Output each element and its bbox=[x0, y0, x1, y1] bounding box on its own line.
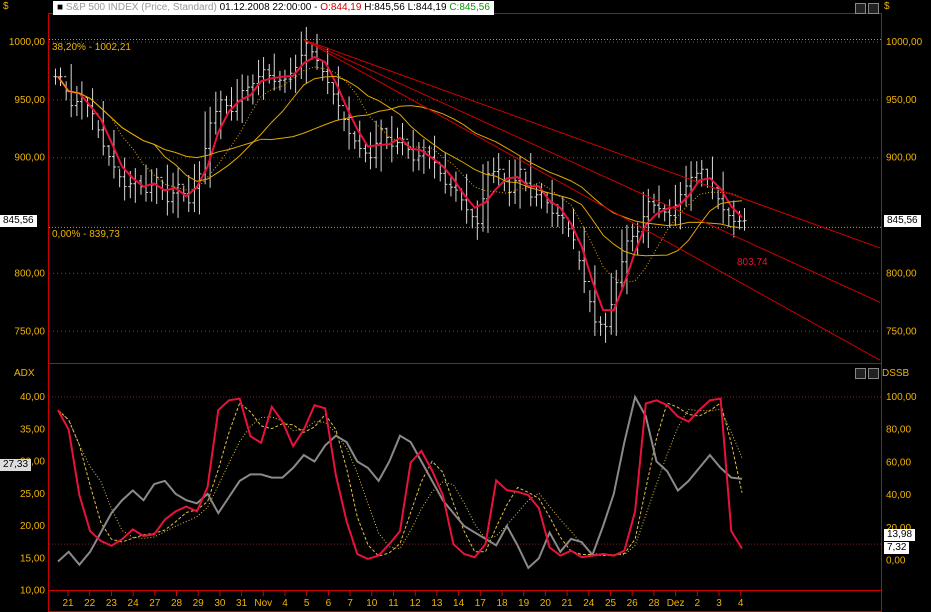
date-tick-label: 31 bbox=[236, 598, 248, 609]
date-tick-label: 23 bbox=[106, 598, 118, 609]
date-tick-label: Dez bbox=[667, 598, 685, 609]
price-tick-label-right: 750,00 bbox=[886, 326, 917, 337]
date-tick-label: 12 bbox=[410, 598, 422, 609]
date-axis: 21 22 23 24 27 28 29 30 31 Nov 4 5 6 7 10 11 12 13 14 17 18 1… bbox=[62, 591, 744, 609]
price-lines bbox=[57, 39, 881, 361]
last-price-tag-left: 845,56 bbox=[0, 215, 37, 227]
dss-title: DSSB bbox=[882, 368, 910, 379]
date-tick-label: 6 bbox=[326, 598, 332, 609]
dss-value-tag-2: 7,32 bbox=[884, 542, 910, 554]
price-tick-label-left: 750,00 bbox=[14, 326, 45, 337]
price-grid bbox=[49, 38, 881, 332]
trendline-value-label: 803,74 bbox=[737, 257, 768, 268]
dss-tick-label: 100,00 bbox=[886, 392, 917, 403]
date-tick-label: 5 bbox=[304, 598, 310, 609]
indicator-panel-frame bbox=[48, 363, 882, 591]
adx-tick-label: 25,00 bbox=[20, 489, 45, 500]
price-ma-dotted bbox=[57, 66, 743, 283]
fib-top-label: 38,20% - 1002,21 bbox=[52, 42, 131, 53]
adx-axis-left: 40,0035,0030,0025,0020,0015,0010,00 bbox=[20, 392, 45, 597]
price-ma-short bbox=[57, 55, 743, 312]
indicator-grid bbox=[49, 396, 881, 545]
date-tick-label: 7 bbox=[347, 598, 353, 609]
adx-tick-label: 15,00 bbox=[20, 553, 45, 564]
dss-value-tag-1: 13,98 bbox=[884, 529, 916, 541]
instrument-symbol: S&P 500 INDEX (Price, Standard) bbox=[65, 2, 217, 13]
price-axis-left: 1000,00 950,00 900,00 800,00 750,00 bbox=[9, 37, 46, 337]
dss-signal-line bbox=[57, 402, 743, 557]
price-tick-label-right: 900,00 bbox=[886, 153, 917, 164]
date-tick-label: 20 bbox=[540, 598, 552, 609]
price-tick-label-right: 800,00 bbox=[886, 268, 917, 279]
date-tick-label: 21 bbox=[62, 598, 74, 609]
header-datetime: 01.12.2008 22:00:00 bbox=[219, 2, 312, 13]
chart-canvas: 1000,00950,00900,00800,00750,00 1000,009… bbox=[9, 13, 923, 612]
price-ma-medium bbox=[57, 75, 743, 257]
dss-tick-label: 60,00 bbox=[886, 457, 911, 468]
adx-tick-label: 40,00 bbox=[20, 392, 45, 403]
price-panel-restore-icon[interactable] bbox=[855, 3, 866, 14]
header-open: O:844,19 bbox=[320, 2, 362, 13]
date-tick-label: 28 bbox=[171, 598, 183, 609]
date-tick-label: 24 bbox=[583, 598, 595, 609]
instrument-header: ■ S&P 500 INDEX (Price, Standard) 01.12.… bbox=[53, 1, 494, 15]
trendline-lower bbox=[303, 39, 881, 361]
date-tick-label: 22 bbox=[84, 598, 96, 609]
dss-tick-label: 40,00 bbox=[886, 490, 911, 501]
price-panel-close-icon[interactable] bbox=[868, 3, 879, 14]
header-close: C:845,56 bbox=[449, 2, 490, 13]
date-tick-label: 10 bbox=[366, 598, 378, 609]
date-tick-label: 30 bbox=[214, 598, 226, 609]
dss-line bbox=[57, 397, 743, 560]
date-tick-label: 17 bbox=[475, 598, 487, 609]
date-tick-label: 3 bbox=[716, 598, 722, 609]
date-tick-label: 29 bbox=[193, 598, 205, 609]
date-tick-label: 24 bbox=[128, 598, 140, 609]
price-tick-label-right: 1000,00 bbox=[886, 37, 923, 48]
currency-left-label: $ bbox=[3, 1, 9, 12]
indicator-panel-restore-icon[interactable] bbox=[855, 368, 866, 379]
adx-tick-label: 35,00 bbox=[20, 424, 45, 435]
currency-right-label: $ bbox=[884, 1, 890, 12]
fib-bottom-label: 0,00% - 839,73 bbox=[52, 229, 120, 240]
date-tick-label: 18 bbox=[496, 598, 508, 609]
dss-tick-label: 0,00 bbox=[886, 556, 906, 567]
header-high: H:845,56 bbox=[364, 2, 405, 13]
price-tick-label-right: 950,00 bbox=[886, 95, 917, 106]
indicator-panel-close-icon[interactable] bbox=[868, 368, 879, 379]
price-axis-right: 1000,00 950,00 900,00 800,00 750,00 bbox=[886, 37, 923, 337]
date-tick-label: 4 bbox=[282, 598, 288, 609]
date-tick-label: 26 bbox=[627, 598, 639, 609]
trendline-middle bbox=[303, 39, 881, 303]
date-tick-label: 14 bbox=[453, 598, 465, 609]
date-tick-label: 4 bbox=[738, 598, 744, 609]
adx-tick-label: 20,00 bbox=[20, 521, 45, 532]
price-tick-label-left: 1000,00 bbox=[9, 37, 46, 48]
adx-value-tag: 27,33 bbox=[0, 459, 32, 471]
date-tick-label: 28 bbox=[648, 598, 660, 609]
adx-title: ADX bbox=[14, 368, 35, 379]
date-tick-label: 13 bbox=[431, 598, 443, 609]
adx-tick-label: 10,00 bbox=[20, 586, 45, 597]
date-tick-label: 19 bbox=[518, 598, 530, 609]
last-price-tag-right: 845,56 bbox=[884, 215, 921, 227]
price-tick-label-left: 800,00 bbox=[14, 268, 45, 279]
dss-tick-label: 80,00 bbox=[886, 425, 911, 436]
price-tick-label-left: 900,00 bbox=[14, 153, 45, 164]
price-tick-label-left: 950,00 bbox=[14, 95, 45, 106]
indicator-lines bbox=[57, 394, 743, 570]
date-tick-label: 21 bbox=[562, 598, 574, 609]
date-tick-label: 25 bbox=[605, 598, 617, 609]
date-tick-label: Nov bbox=[254, 598, 272, 609]
date-tick-label: 11 bbox=[388, 598, 399, 609]
header-low: L:844,19 bbox=[407, 2, 447, 13]
header-square-icon: ■ bbox=[57, 2, 64, 13]
date-tick-label: 2 bbox=[695, 598, 701, 609]
date-tick-label: 27 bbox=[149, 598, 161, 609]
